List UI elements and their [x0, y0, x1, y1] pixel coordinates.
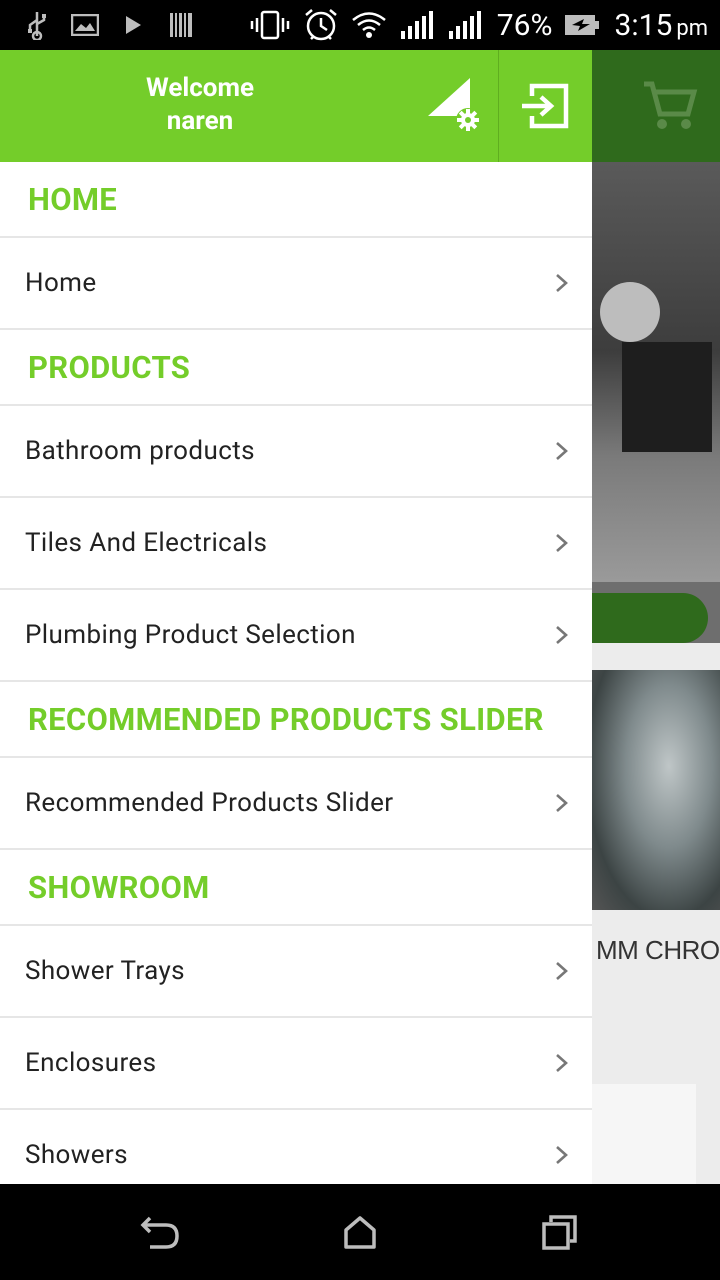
menu-item-showers[interactable]: Showers [0, 1110, 592, 1184]
clock-time: 3:15 [614, 7, 673, 43]
section-products: PRODUCTS [0, 330, 592, 406]
chevron-right-icon [556, 794, 568, 812]
battery-icon [564, 13, 600, 37]
welcome-text: Welcome naren [0, 72, 400, 138]
menu-item-label: Home [25, 268, 97, 298]
header-divider [498, 50, 499, 162]
chevron-right-icon [556, 626, 568, 644]
menu-item-label: Plumbing Product Selection [25, 620, 356, 650]
menu-item-label: Recommended Products Slider [25, 788, 394, 818]
chevron-right-icon [556, 962, 568, 980]
section-recommended-products-slider: RECOMMENDED PRODUCTS SLIDER [0, 682, 592, 758]
drawer-header: Welcome naren [0, 50, 592, 162]
section-label: RECOMMENDED PRODUCTS SLIDER [28, 700, 544, 738]
section-label: SHOWROOM [28, 868, 210, 906]
chevron-right-icon [556, 442, 568, 460]
menu-item-enclosures[interactable]: Enclosures [0, 1018, 592, 1110]
menu-item-label: Enclosures [25, 1048, 157, 1078]
barcode-icon [166, 10, 196, 40]
logout-icon [522, 83, 569, 129]
home-icon [344, 1216, 376, 1249]
battery-percent: 76% [496, 7, 553, 43]
menu-item-home[interactable]: Home [0, 238, 592, 330]
section-home: HOME [0, 162, 592, 238]
chevron-right-icon [556, 274, 568, 292]
menu-item-label: Tiles And Electricals [25, 528, 268, 558]
menu-item-shower-trays[interactable]: Shower Trays [0, 926, 592, 1018]
product-title[interactable]: MM CHROM [596, 935, 720, 966]
recents-button[interactable] [540, 1214, 580, 1250]
image-icon [70, 10, 100, 40]
wifi-icon [351, 9, 387, 41]
menu-item-tiles-and-electricals[interactable]: Tiles And Electricals [0, 498, 592, 590]
menu-item-label: Bathroom products [25, 436, 255, 466]
chevron-right-icon [556, 1054, 568, 1072]
signal-settings-icon [428, 78, 480, 132]
hero-towel [600, 282, 660, 342]
navigation-drawer: Welcome naren HOME Home PRODUCTS Bathroo… [0, 50, 592, 1184]
alarm-icon [303, 7, 339, 43]
clock: 3:15 pm [614, 8, 708, 43]
username: naren [166, 106, 234, 136]
drawer-menu: HOME Home PRODUCTS Bathroom products Til… [0, 162, 592, 1184]
back-icon [140, 1216, 179, 1249]
cart-icon[interactable] [642, 80, 698, 132]
hero-box [622, 342, 712, 452]
menu-item-plumbing-product-selection[interactable]: Plumbing Product Selection [0, 590, 592, 682]
section-label: HOME [28, 180, 118, 218]
play-icon [118, 10, 148, 40]
menu-item-label: Shower Trays [25, 956, 186, 986]
clock-suffix: pm [676, 15, 708, 41]
menu-item-recommended-products-slider[interactable]: Recommended Products Slider [0, 758, 592, 850]
chevron-right-icon [556, 534, 568, 552]
back-button[interactable] [140, 1214, 180, 1250]
chevron-right-icon [556, 1146, 568, 1164]
account-settings-button[interactable] [420, 76, 484, 136]
product-card[interactable] [592, 1084, 696, 1184]
signal-icon [399, 11, 435, 39]
hero-banner[interactable] [592, 162, 720, 582]
menu-item-label: Showers [25, 1140, 128, 1170]
recents-icon [542, 1215, 577, 1250]
section-showroom: SHOWROOM [0, 850, 592, 926]
logout-button[interactable] [520, 82, 572, 130]
system-nav-bar [0, 1184, 720, 1280]
vibrate-icon [249, 10, 291, 40]
menu-item-bathroom-products[interactable]: Bathroom products [0, 406, 592, 498]
status-bar: 76% 3:15 pm [0, 0, 720, 50]
home-button[interactable] [340, 1214, 380, 1250]
usb-icon [22, 10, 52, 40]
signal-icon [447, 11, 483, 39]
welcome-line: Welcome [145, 73, 255, 103]
section-label: PRODUCTS [28, 348, 191, 386]
product-image[interactable] [592, 670, 720, 910]
